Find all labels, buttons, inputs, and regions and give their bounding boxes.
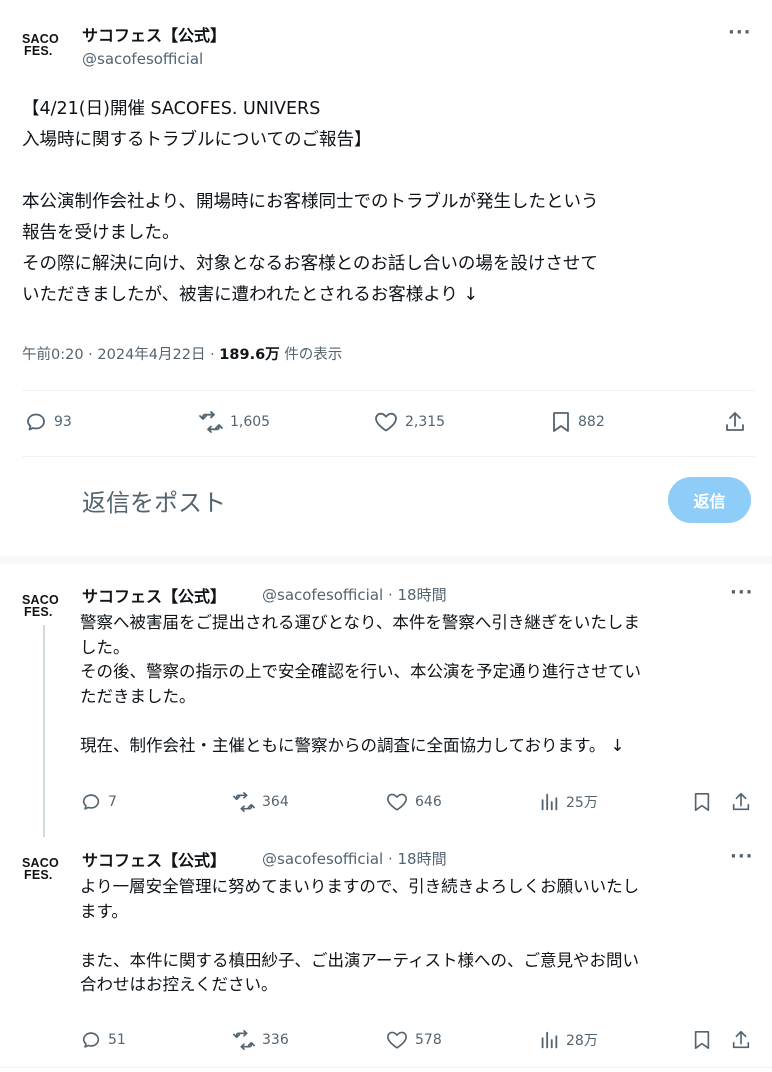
reply-icon bbox=[82, 794, 100, 810]
reply-icon bbox=[82, 1032, 100, 1048]
reply-action[interactable]: 7 bbox=[80, 791, 117, 813]
repost-count: 336 bbox=[262, 1032, 289, 1048]
tweet-text: 【4/21(日)開催 SACOFES. UNIVERS 入場時に関するトラブルに… bbox=[22, 94, 757, 311]
repost-icon bbox=[233, 792, 255, 812]
reply-action[interactable]: 93 bbox=[24, 410, 72, 434]
account-name[interactable]: サコフェス【公式】 bbox=[82, 583, 226, 607]
bookmark-icon bbox=[553, 412, 569, 432]
reply-para2: また、本件に関する槙田紗子、ご出演アーティスト様への、ご意見やお問い 合わせはお… bbox=[80, 950, 640, 995]
reply-button[interactable]: 返信 bbox=[668, 477, 751, 523]
repost-icon bbox=[199, 411, 223, 433]
repost-action[interactable]: 336 bbox=[232, 1029, 289, 1051]
like-action[interactable]: 2,315 bbox=[373, 410, 445, 434]
more-icon[interactable]: ··· bbox=[730, 848, 754, 866]
repost-action[interactable]: 1,605 bbox=[198, 410, 270, 434]
reply-para2: 現在、制作会社・主催ともに警察からの調査に全面協力しております。 ↓ bbox=[80, 735, 625, 755]
like-count: 2,315 bbox=[405, 414, 446, 430]
like-icon bbox=[387, 1031, 407, 1049]
reply-para1: 警察へ被害届をご提出される運びとなり、本件を警察へ引き継ぎをいたしま した。 そ… bbox=[80, 613, 641, 706]
thread-line bbox=[43, 625, 45, 837]
tweet-body-para2: その際に解決に向け、対象となるお客様とのお話し合いの場を設けさせて いただきまし… bbox=[22, 254, 598, 305]
reply-icon bbox=[27, 413, 45, 431]
tweet-timestamp[interactable]: 午前0:20 · 2024年4月22日 · bbox=[22, 347, 219, 363]
like-action[interactable]: 578 bbox=[385, 1029, 442, 1051]
logo-line2: FES. bbox=[24, 868, 53, 882]
handle-time[interactable]: @sacofesofficial · 18時間 bbox=[262, 848, 447, 869]
tweet-meta: 午前0:20 · 2024年4月22日 · 189.6万 件の表示 bbox=[22, 343, 342, 364]
divider bbox=[22, 390, 755, 391]
bookmark-icon[interactable] bbox=[692, 791, 712, 813]
repost-action[interactable]: 364 bbox=[232, 791, 289, 813]
tweet-body-para1: 本公演制作会社より、開場時にお客様同士でのトラブルが発生したという 報告を受けま… bbox=[22, 192, 599, 243]
views-action[interactable]: 25万 bbox=[538, 791, 598, 813]
account-name[interactable]: サコフェス【公式】 bbox=[82, 847, 226, 871]
bookmark-icon[interactable] bbox=[692, 1029, 712, 1051]
account-handle[interactable]: @sacofesofficial bbox=[82, 50, 203, 68]
tweet-views-label: 件の表示 bbox=[279, 347, 343, 363]
views-count: 25万 bbox=[566, 795, 598, 811]
views-icon bbox=[541, 793, 558, 811]
reply-para1: より一層安全管理に努めてまいりますので、引き続きよろしくお願いいたし ます。 bbox=[80, 877, 640, 921]
bookmark-action[interactable]: 882 bbox=[550, 410, 605, 434]
like-count: 578 bbox=[415, 1032, 442, 1048]
tweet-title-line1: 【4/21(日)開催 SACOFES. UNIVERS bbox=[22, 99, 321, 119]
avatar[interactable]: SACO FES. bbox=[22, 857, 68, 882]
bookmark-count: 882 bbox=[578, 414, 605, 430]
tweet-title-line2: 入場時に関するトラブルについてのご報告】 bbox=[22, 130, 372, 150]
divider bbox=[22, 456, 755, 457]
views-icon bbox=[541, 1031, 558, 1049]
share-icon[interactable] bbox=[730, 1029, 752, 1051]
reply-count: 93 bbox=[54, 414, 72, 430]
like-icon bbox=[387, 793, 407, 811]
handle-time[interactable]: @sacofesofficial · 18時間 bbox=[262, 584, 447, 605]
views-count: 28万 bbox=[566, 1033, 598, 1049]
more-icon[interactable]: ··· bbox=[728, 24, 752, 42]
divider bbox=[0, 1067, 772, 1068]
avatar[interactable]: SACO FES. bbox=[22, 33, 68, 58]
repost-count: 364 bbox=[262, 794, 289, 810]
logo-line2: FES. bbox=[24, 44, 53, 58]
tweet-views-count: 189.6万 bbox=[219, 347, 280, 363]
reply-action[interactable]: 51 bbox=[80, 1029, 126, 1051]
account-name[interactable]: サコフェス【公式】 bbox=[82, 22, 226, 46]
repost-count: 1,605 bbox=[230, 414, 271, 430]
like-icon bbox=[375, 412, 397, 432]
more-icon[interactable]: ··· bbox=[730, 584, 754, 602]
logo-line2: FES. bbox=[24, 605, 53, 619]
reply-text: 警察へ被害届をご提出される運びとなり、本件を警察へ引き継ぎをいたしま した。 そ… bbox=[80, 611, 750, 758]
like-action[interactable]: 646 bbox=[385, 791, 442, 813]
reply-count: 51 bbox=[108, 1032, 126, 1048]
reply-input[interactable]: 返信をポスト bbox=[82, 483, 226, 518]
like-count: 646 bbox=[415, 794, 442, 810]
repost-icon bbox=[233, 1030, 255, 1050]
share-icon[interactable] bbox=[723, 410, 747, 434]
section-separator bbox=[0, 556, 772, 564]
views-action[interactable]: 28万 bbox=[538, 1029, 598, 1051]
reply-text: より一層安全管理に努めてまいりますので、引き続きよろしくお願いいたし ます。 ま… bbox=[80, 875, 750, 998]
avatar[interactable]: SACO FES. bbox=[22, 594, 68, 619]
reply-count: 7 bbox=[108, 794, 117, 810]
share-icon[interactable] bbox=[730, 791, 752, 813]
